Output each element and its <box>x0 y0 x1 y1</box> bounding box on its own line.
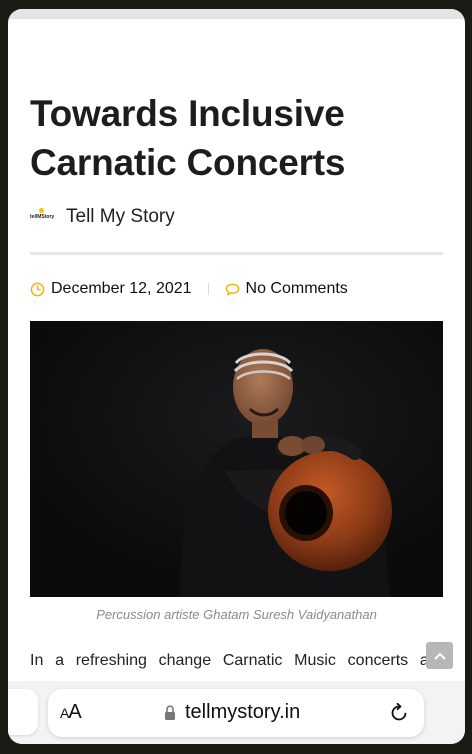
address-bar[interactable]: AA tellmystory.in <box>48 689 424 737</box>
author-row[interactable]: tellMStory Tell My Story <box>30 205 175 229</box>
photo-illustration <box>30 321 443 597</box>
speech-bubble-icon <box>225 283 239 295</box>
author-logo-text: tellMStory <box>30 214 55 220</box>
chevron-up-icon <box>433 652 446 660</box>
meta-separator <box>207 283 209 295</box>
scroll-to-top-button[interactable] <box>426 642 453 669</box>
article-title: Towards Inclusive Carnatic Concerts <box>30 93 346 183</box>
top-status-strip <box>8 9 465 19</box>
url-display[interactable]: tellmystory.in <box>164 701 300 724</box>
reload-icon[interactable] <box>388 702 410 724</box>
clock-icon <box>30 282 45 296</box>
post-meta: December 12, 2021 No Comments <box>30 277 348 301</box>
logo-dot <box>39 208 44 213</box>
browser-viewport: Towards Inclusive Carnatic Concerts tell… <box>8 9 465 744</box>
lock-icon <box>165 704 175 720</box>
post-date[interactable]: December 12, 2021 <box>51 280 192 298</box>
previous-tab-preview[interactable] <box>8 689 38 735</box>
browser-bottom-bar: AA tellmystory.in <box>8 681 465 744</box>
divider <box>30 252 443 255</box>
url-text[interactable]: tellmystory.in <box>185 701 300 724</box>
author-name[interactable]: Tell My Story <box>66 206 175 228</box>
article-body-text: In a refreshing change Carnatic Music co… <box>30 652 443 669</box>
comments-link[interactable]: No Comments <box>246 280 348 298</box>
text-size-button[interactable]: AA <box>60 701 82 724</box>
author-logo: tellMStory <box>30 208 55 223</box>
article-photo <box>30 321 443 597</box>
image-caption: Percussion artiste Ghatam Suresh Vaidyan… <box>96 607 377 622</box>
